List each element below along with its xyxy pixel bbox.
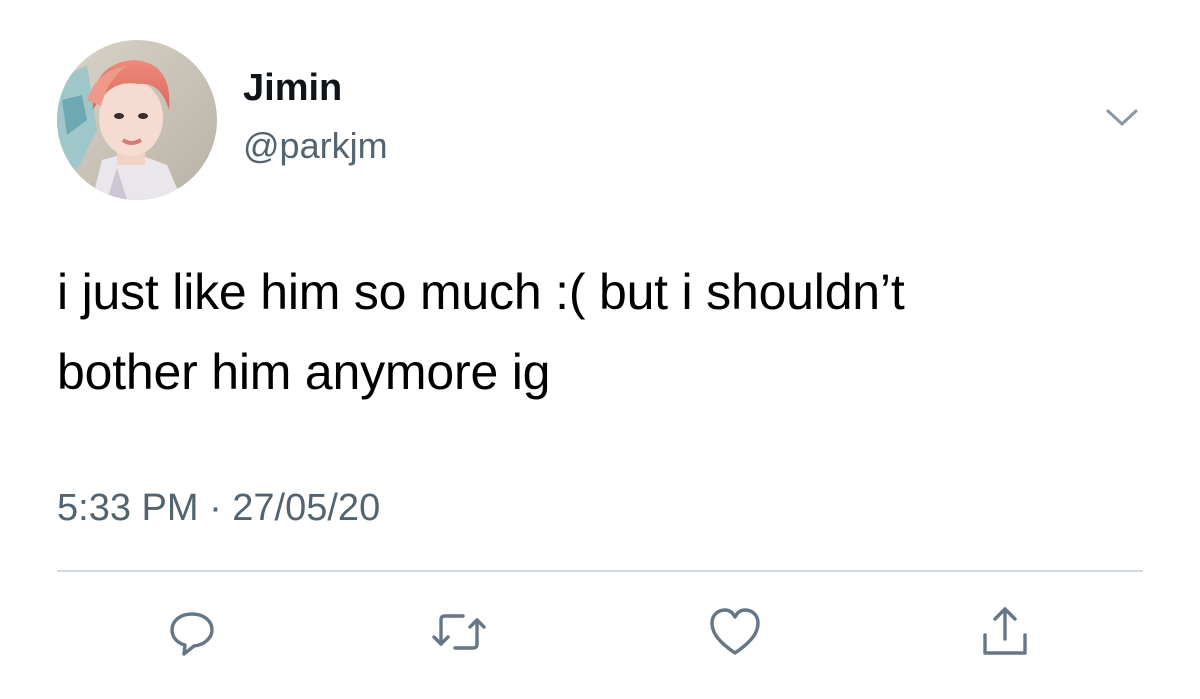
chevron-down-icon[interactable]: [1100, 102, 1144, 132]
avatar-image: [57, 40, 217, 200]
user-handle[interactable]: @parkjm: [243, 124, 388, 168]
retweet-button[interactable]: [427, 600, 491, 664]
tweet-text-line: bother him anymore ig: [57, 344, 551, 400]
heart-icon: [706, 605, 764, 659]
display-name[interactable]: Jimin: [243, 66, 342, 110]
like-button[interactable]: [703, 600, 767, 664]
reply-icon: [164, 604, 220, 660]
share-icon: [977, 603, 1033, 661]
divider: [57, 570, 1143, 572]
reply-button[interactable]: [160, 600, 224, 664]
tweet-card: Jimin @parkjm i just like him so much :(…: [0, 0, 1200, 699]
share-button[interactable]: [973, 600, 1037, 664]
retweet-icon: [427, 604, 491, 660]
tweet-text: i just like him so much :( but i shouldn…: [57, 252, 1157, 412]
avatar[interactable]: [57, 40, 217, 200]
tweet-text-line: i just like him so much :( but i shouldn…: [57, 264, 905, 320]
tweet-timestamp[interactable]: 5:33 PM · 27/05/20: [57, 486, 380, 530]
